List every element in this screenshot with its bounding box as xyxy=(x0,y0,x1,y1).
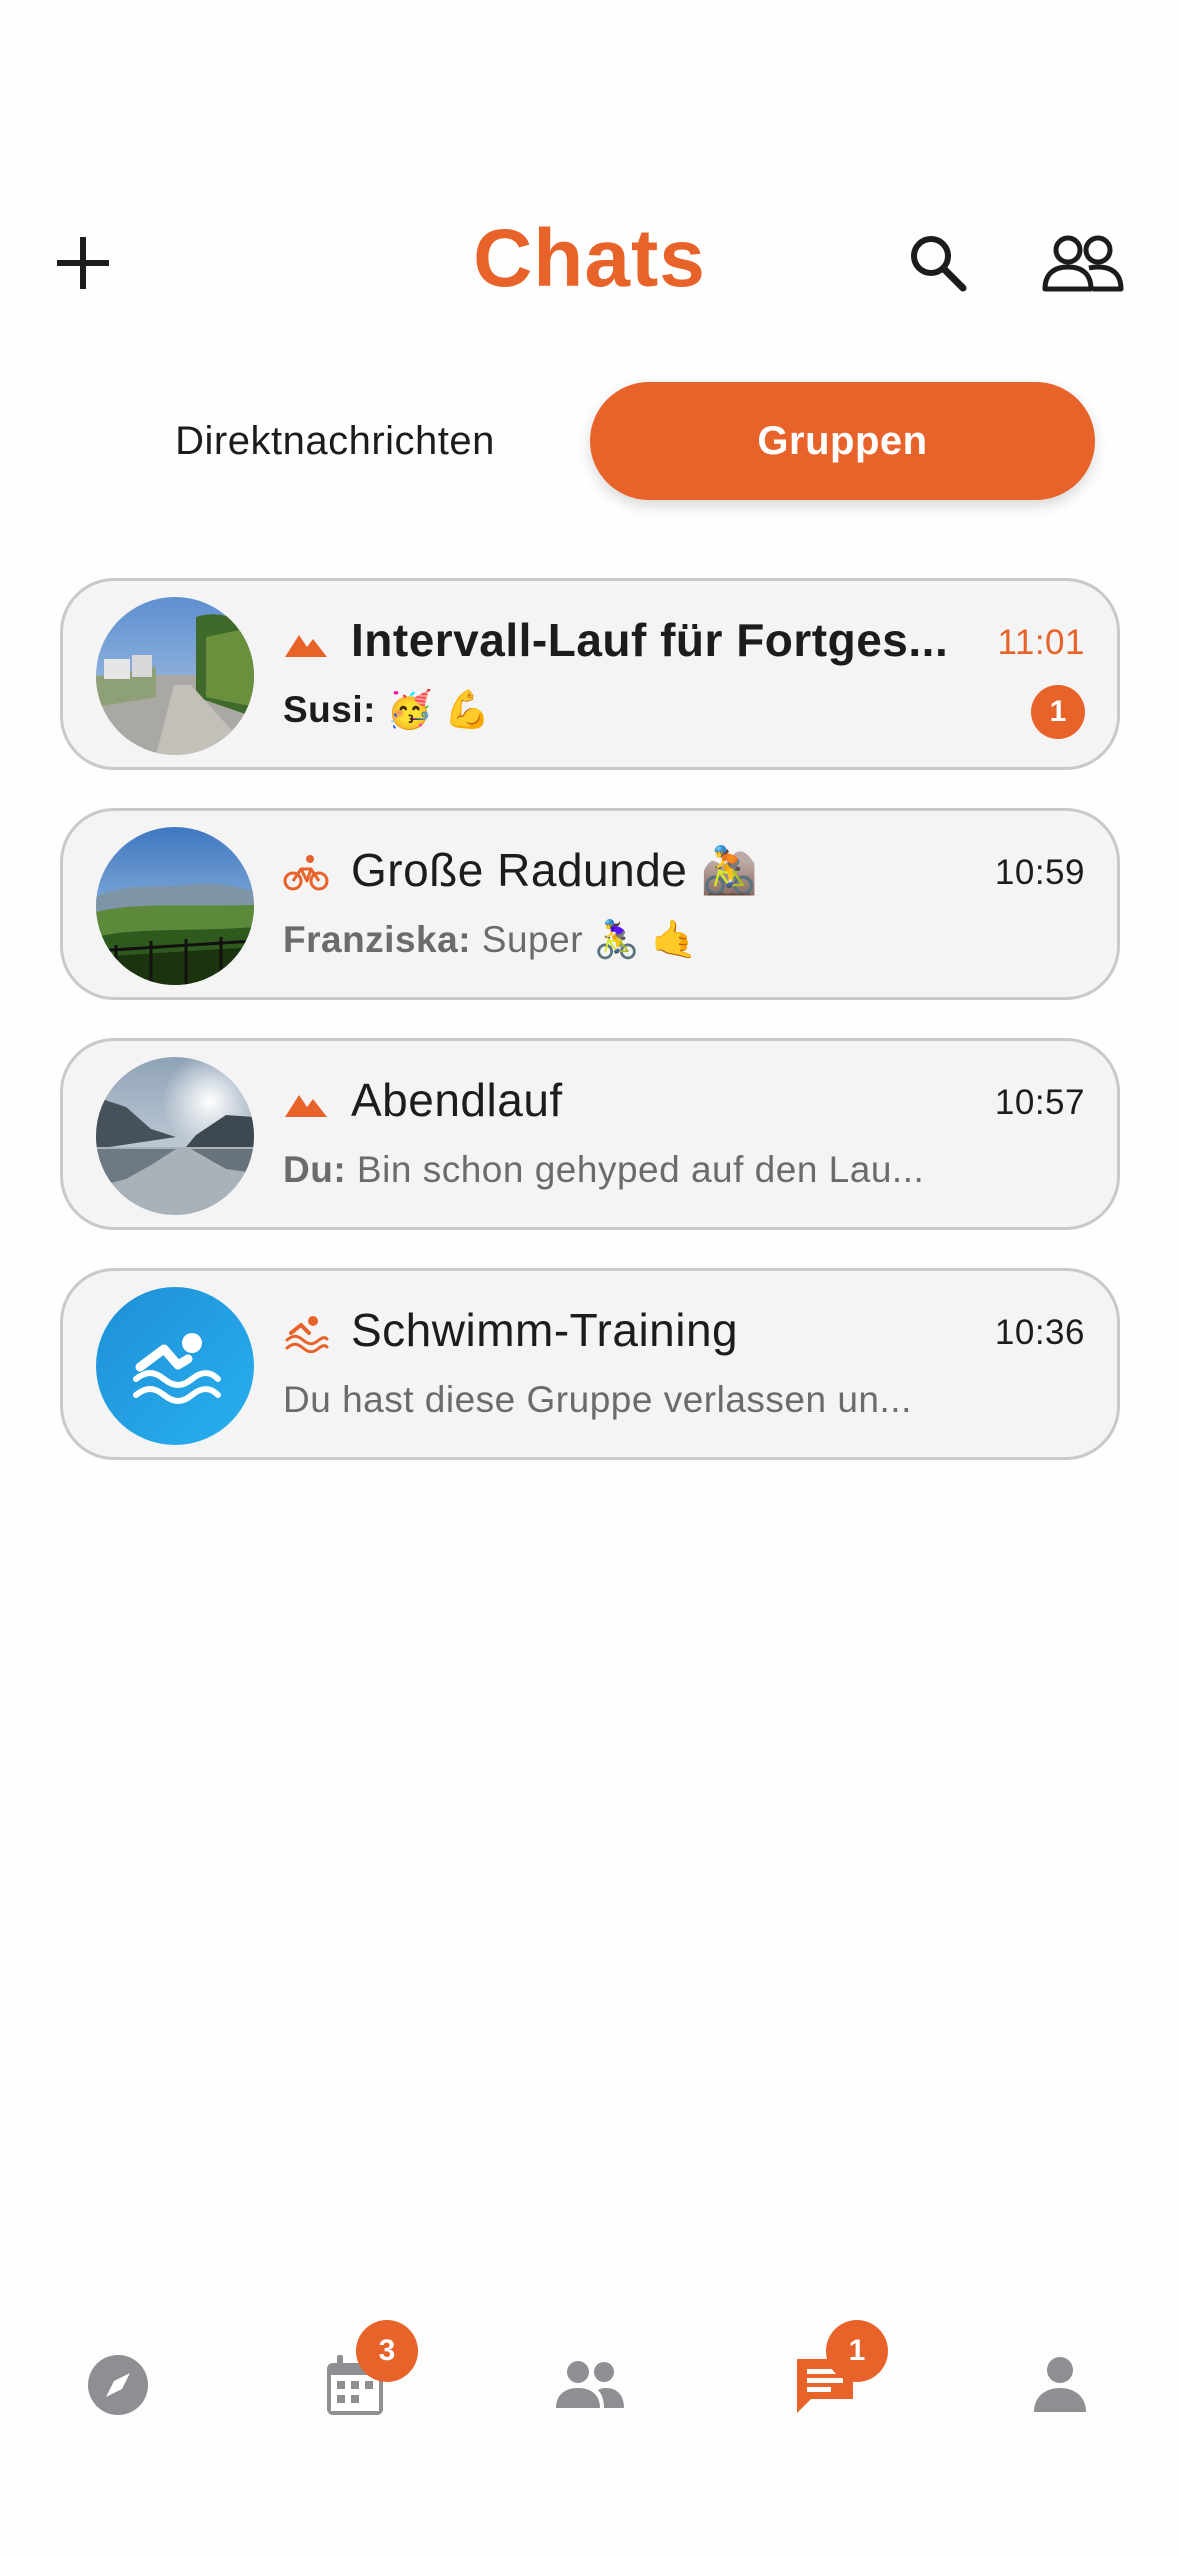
contacts-button[interactable] xyxy=(1035,220,1131,306)
chat-message: Du hast diese Gruppe verlassen un... xyxy=(283,1379,912,1420)
nav-profile[interactable] xyxy=(1005,2330,1115,2440)
swimming-icon xyxy=(96,1287,254,1445)
mountain-icon xyxy=(285,635,327,657)
chat-message: 🥳 💪 xyxy=(375,689,491,730)
chat-sender: Franziska: xyxy=(283,919,472,960)
chat-title: Intervall-Lauf für Fortges... xyxy=(351,614,949,666)
group-avatar xyxy=(96,1287,254,1445)
swimming-icon xyxy=(285,1316,329,1353)
tab-groups[interactable]: Gruppen xyxy=(590,382,1095,500)
chat-time: 10:36 xyxy=(994,1313,1085,1352)
group-avatar xyxy=(96,827,254,985)
chat-item-intervall-lauf[interactable]: Intervall-Lauf für Fortges... 11:01 Susi… xyxy=(60,578,1120,770)
unread-badge: 1 xyxy=(1031,685,1085,739)
mountain-icon xyxy=(285,1095,327,1117)
profile-icon xyxy=(1034,2357,1086,2412)
tab-direct-messages[interactable]: Direktnachrichten xyxy=(110,382,560,500)
chat-title: Schwimm-Training xyxy=(351,1304,739,1356)
calendar-badge: 3 xyxy=(356,2320,418,2382)
chat-preview: Du hast diese Gruppe verlassen un... xyxy=(283,1379,983,1421)
people-icon xyxy=(1042,235,1124,292)
chat-preview: Du: Bin schon gehyped auf den Lau... xyxy=(283,1149,983,1191)
chat-preview: Franziska: Super 🚴‍♀️ 🤙 xyxy=(283,919,983,962)
chat-item-abendlauf[interactable]: Abendlauf 10:57 Du: Bin schon gehyped au… xyxy=(60,1038,1120,1230)
page-title: Chats xyxy=(473,213,706,304)
chat-title: Abendlauf xyxy=(351,1074,563,1126)
group-avatar xyxy=(96,1057,254,1215)
chats-badge: 1 xyxy=(826,2320,888,2382)
chat-message: Bin schon gehyped auf den Lau... xyxy=(346,1149,925,1190)
chat-item-schwimm-training[interactable]: Schwimm-Training 10:36 Du hast diese Gru… xyxy=(60,1268,1120,1460)
compass-icon xyxy=(88,2355,148,2415)
header: Chats xyxy=(0,190,1179,335)
group-avatar xyxy=(96,597,254,755)
chat-time: 10:59 xyxy=(994,853,1085,892)
chat-sender: Du: xyxy=(283,1149,347,1190)
nav-calendar[interactable]: 3 xyxy=(300,2320,418,2440)
chat-message: Super 🚴‍♀️ 🤙 xyxy=(471,919,698,960)
chat-time: 10:57 xyxy=(994,1083,1085,1122)
search-icon xyxy=(911,236,967,292)
nav-groups[interactable] xyxy=(535,2330,645,2440)
search-button[interactable] xyxy=(895,220,981,306)
group-icon xyxy=(556,2361,624,2408)
bicycle-icon xyxy=(283,855,329,891)
chats-screen: Chats Direktnachrichten Gruppen Interval… xyxy=(0,0,1179,2556)
nav-chats[interactable]: 1 xyxy=(770,2320,888,2440)
chat-time: 11:01 xyxy=(997,623,1085,662)
chat-sender: Susi: xyxy=(283,689,376,730)
chat-title: Große Radunde 🚵 xyxy=(351,844,759,896)
chat-preview: Susi: 🥳 💪 xyxy=(283,689,983,732)
chat-item-grosse-radunde[interactable]: Große Radunde 🚵 10:59 Franziska: Super 🚴… xyxy=(60,808,1120,1000)
nav-explore[interactable] xyxy=(63,2330,173,2440)
bottom-navigation: 3 1 xyxy=(0,2290,1179,2556)
